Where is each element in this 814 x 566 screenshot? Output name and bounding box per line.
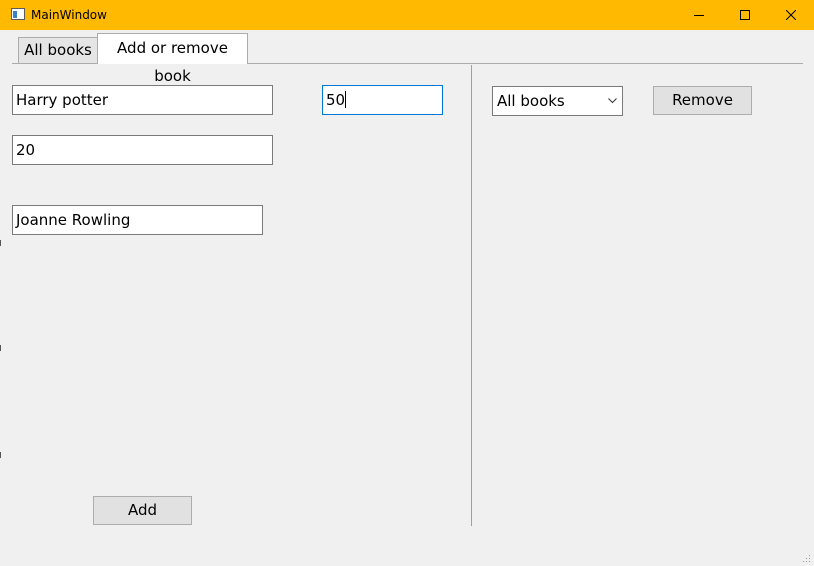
tab-add-or-remove-book[interactable]: Add or remove book: [97, 33, 248, 85]
book-quantity-value: 20: [16, 141, 36, 159]
chevron-down-icon: [608, 98, 617, 104]
close-icon: [786, 10, 796, 20]
window-title: MainWindow: [31, 8, 107, 22]
book-select-dropdown[interactable]: All books: [492, 86, 623, 116]
maximize-button[interactable]: [722, 0, 768, 30]
book-quantity-field[interactable]: 20: [12, 135, 273, 165]
book-title-value: Harry potter: [16, 91, 109, 109]
window-edge: [0, 240, 1, 458]
resize-grip-icon[interactable]: [802, 554, 811, 563]
remove-button[interactable]: Remove: [653, 86, 752, 115]
tab-all-books[interactable]: All books: [18, 37, 98, 63]
close-button[interactable]: [768, 0, 814, 30]
add-button[interactable]: Add: [93, 496, 192, 525]
title-bar[interactable]: MainWindow: [0, 0, 814, 30]
minimize-icon: [694, 15, 704, 16]
book-author-field[interactable]: Joanne Rowling: [12, 205, 263, 235]
book-select-value: All books: [497, 92, 565, 110]
minimize-button[interactable]: [676, 0, 722, 30]
text-caret: [345, 91, 347, 108]
panel-splitter: [471, 65, 472, 526]
book-price-value: 50: [326, 91, 346, 109]
window-app-icon[interactable]: [11, 8, 25, 20]
book-price-field[interactable]: 50: [322, 85, 443, 115]
book-title-field[interactable]: Harry potter: [12, 85, 273, 115]
book-author-value: Joanne Rowling: [16, 211, 131, 229]
maximize-icon: [740, 10, 750, 20]
